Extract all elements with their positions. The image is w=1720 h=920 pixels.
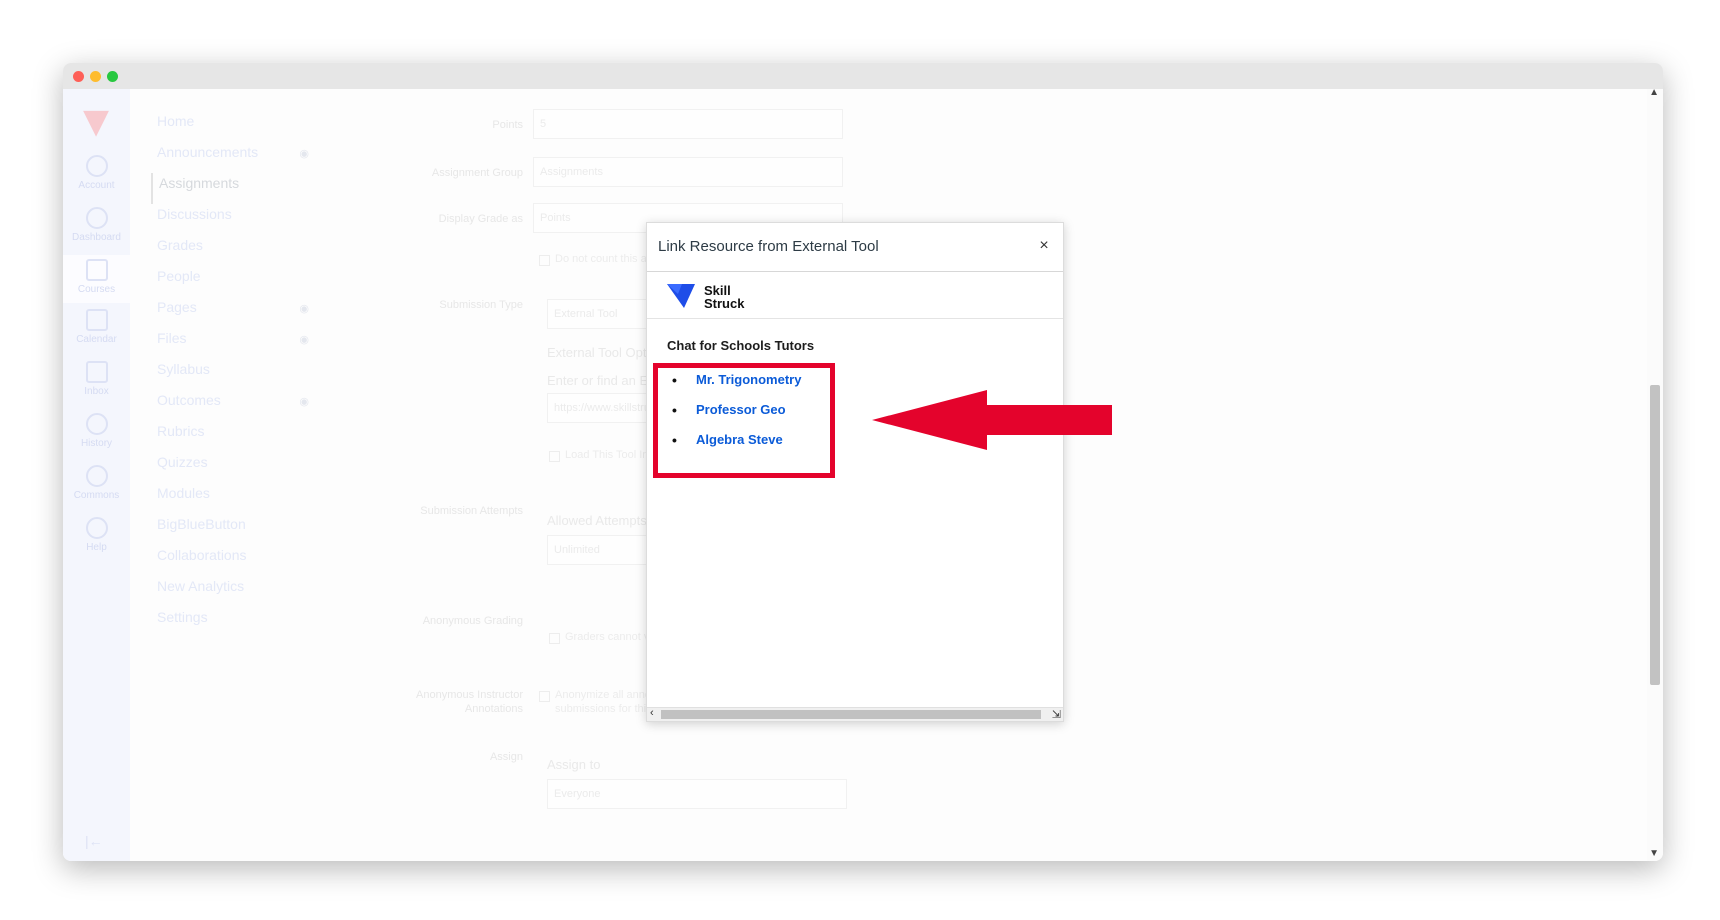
help-icon [85, 517, 108, 539]
dashboard-icon [85, 207, 108, 229]
annotation-arrow-icon [872, 390, 1112, 450]
course-nav-discussions[interactable]: Discussions [151, 204, 281, 235]
global-navigation: ▼ Account Dashboard Courses Calendar Inb… [63, 89, 130, 861]
anonymous-grading-label: Anonymous Grading [422, 615, 523, 627]
global-nav-help[interactable]: Help [63, 517, 130, 553]
course-nav-quizzes[interactable]: Quizzes [151, 452, 281, 483]
new-tab-checkbox[interactable] [549, 451, 560, 462]
anonymous-instructor-checkbox[interactable] [539, 691, 550, 702]
annotation-highlight-box [653, 363, 835, 478]
course-nav-new-analytics[interactable]: New Analytics [151, 576, 281, 607]
close-icon[interactable]: × [1034, 236, 1054, 256]
commons-icon [85, 465, 108, 487]
assign-to-input[interactable]: Everyone [547, 779, 847, 809]
tool-brand-header: Skill Struck [647, 273, 1063, 319]
course-navigation: Home Announcements ◉ Assignments Discussi… [151, 111, 309, 638]
points-input[interactable]: 5 [533, 109, 843, 139]
calendar-icon [85, 309, 108, 331]
minimize-window-icon[interactable] [90, 71, 101, 82]
dialog-header: Link Resource from External Tool × [647, 223, 1063, 272]
course-nav-syllabus[interactable]: Syllabus [151, 359, 281, 390]
assign-label: Assign [489, 751, 523, 763]
resize-grip-icon[interactable]: ⇲ [1052, 708, 1061, 721]
allowed-attempts-heading: Allowed Attempts [547, 513, 647, 528]
submission-type-label: Submission Type [439, 299, 523, 311]
scroll-up-icon[interactable]: ▲ [1649, 87, 1659, 98]
page-scrollbar[interactable]: ▲ ▼ [1647, 87, 1663, 861]
scroll-left-icon[interactable]: ‹ [650, 707, 654, 719]
courses-icon [85, 259, 108, 281]
close-window-icon[interactable] [73, 71, 84, 82]
display-grade-label: Display Grade as [438, 213, 523, 225]
inbox-icon [85, 361, 108, 383]
course-nav-announcements[interactable]: Announcements ◉ [151, 142, 309, 173]
points-label: Points [492, 119, 523, 131]
course-nav-modules[interactable]: Modules [151, 483, 281, 514]
course-nav-pages[interactable]: Pages ◉ [151, 297, 309, 328]
course-nav-assignments[interactable]: Assignments [151, 173, 281, 204]
global-nav-commons[interactable]: Commons [63, 465, 130, 501]
submission-attempts-label: Submission Attempts [420, 505, 523, 517]
dialog-title: Link Resource from External Tool [658, 238, 879, 255]
course-nav-settings[interactable]: Settings [151, 607, 281, 638]
course-nav-people[interactable]: People [151, 266, 281, 297]
assignment-group-select[interactable]: Assignments [533, 157, 843, 187]
course-nav-home[interactable]: Home [151, 111, 281, 142]
global-nav-account[interactable]: Account [63, 155, 130, 191]
page-scrollbar-thumb[interactable] [1650, 385, 1660, 685]
course-nav-bigbluebutton[interactable]: BigBlueButton [151, 514, 281, 545]
anonymous-instructor-label-2: Annotations [464, 703, 523, 715]
account-icon [85, 155, 108, 177]
course-nav-rubrics[interactable]: Rubrics [151, 421, 281, 452]
anonymous-instructor-label-1: Anonymous Instructor [416, 689, 523, 701]
dialog-horizontal-scrollbar[interactable]: ‹ ⇲ [647, 707, 1063, 721]
dialog-scrollbar-thumb[interactable] [661, 710, 1041, 719]
course-nav-grades[interactable]: Grades [151, 235, 281, 266]
window-titlebar [63, 63, 1663, 89]
history-icon [85, 413, 108, 435]
global-nav-inbox[interactable]: Inbox [63, 361, 130, 397]
global-nav-dashboard[interactable]: Dashboard [63, 207, 130, 243]
global-nav-history[interactable]: History [63, 413, 130, 449]
course-nav-collaborations[interactable]: Collaborations [151, 545, 281, 576]
course-nav-outcomes[interactable]: Outcomes ◉ [151, 390, 309, 421]
anonymous-grading-checkbox[interactable] [549, 633, 560, 644]
maximize-window-icon[interactable] [107, 71, 118, 82]
tutors-heading: Chat for Schools Tutors [667, 338, 815, 353]
skillstruck-logo-icon [667, 284, 695, 308]
global-nav-courses[interactable]: Courses [63, 255, 130, 303]
course-nav-files[interactable]: Files ◉ [151, 328, 309, 359]
assign-to-heading: Assign to [547, 757, 601, 772]
assignment-group-label: Assignment Group [431, 167, 523, 179]
not-count-checkbox[interactable] [539, 255, 550, 266]
global-nav-calendar[interactable]: Calendar [63, 309, 130, 345]
collapse-nav-icon[interactable]: |← [85, 833, 103, 849]
institution-logo-icon: ▼ [74, 97, 118, 146]
scroll-down-icon[interactable]: ▼ [1649, 848, 1659, 859]
skillstruck-wordmark: Skill Struck [704, 283, 745, 311]
